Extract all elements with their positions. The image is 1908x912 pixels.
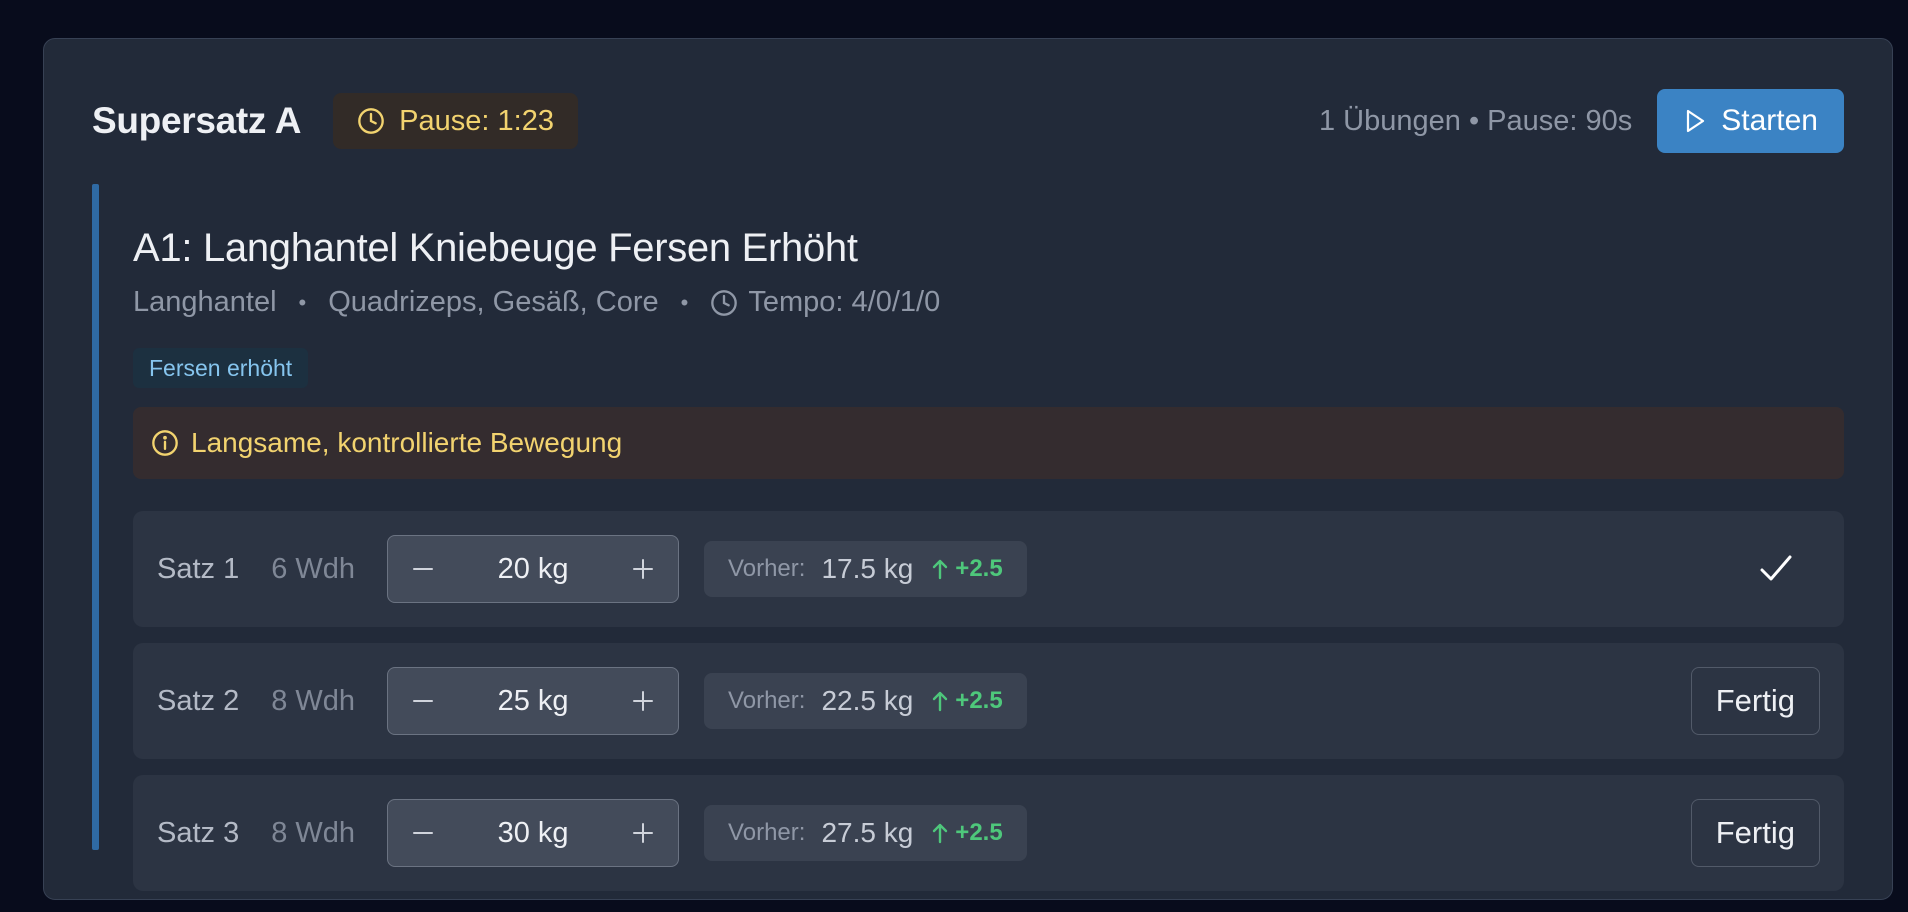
start-button[interactable]: Starten xyxy=(1657,89,1844,153)
minus-icon xyxy=(413,832,434,834)
previous-weight: Vorher: 22.5 kg +2.5 xyxy=(704,673,1027,729)
clock-icon xyxy=(358,108,385,134)
previous-label: Vorher: xyxy=(728,687,806,714)
set-row: Satz 2 8 Wdh 25 kg Vorher: 22.5 kg +2.5 … xyxy=(133,643,1844,759)
exercise-tag: Fersen erhöht xyxy=(133,348,309,388)
weight-value: 30 kg xyxy=(497,816,569,849)
weight-delta-text: +2.5 xyxy=(955,687,1003,714)
exercise-block: A1: Langhantel Kniebeuge Fersen Erhöht L… xyxy=(92,184,1844,891)
weight-stepper: 20 kg xyxy=(387,535,680,603)
complete-set-button[interactable]: Fertig xyxy=(1690,667,1820,735)
complete-set-button[interactable]: Fertig xyxy=(1690,799,1820,867)
meta-separator: • xyxy=(298,289,307,315)
weight-delta: +2.5 xyxy=(931,687,1003,715)
previous-weight: Vorher: 17.5 kg +2.5 xyxy=(704,541,1027,597)
minus-icon xyxy=(413,568,434,570)
superset-card: Supersatz A Pause: 1:23 1 Übungen • Paus… xyxy=(43,38,1893,900)
decrease-weight-button[interactable] xyxy=(408,818,438,848)
previous-label: Vorher: xyxy=(728,819,806,846)
decrease-weight-button[interactable] xyxy=(408,686,438,716)
arrow-up-icon xyxy=(933,559,948,580)
info-icon xyxy=(152,430,178,456)
exercise-accent-bar xyxy=(92,184,99,850)
increase-weight-button[interactable] xyxy=(628,818,658,848)
plus-icon xyxy=(633,559,654,579)
weight-stepper: 30 kg xyxy=(387,799,680,867)
arrow-up-icon xyxy=(933,691,948,712)
set-label: Satz 2 xyxy=(157,684,240,717)
set-reps: 8 Wdh xyxy=(271,684,356,717)
exercise-note-text: Langsame, kontrollierte Bewegung xyxy=(191,427,623,458)
set-label: Satz 3 xyxy=(157,816,240,849)
start-button-label: Starten xyxy=(1721,104,1818,137)
arrow-up-icon xyxy=(933,823,948,844)
weight-delta: +2.5 xyxy=(931,819,1003,847)
previous-label: Vorher: xyxy=(728,555,806,582)
exercise-equipment: Langhantel xyxy=(133,286,277,318)
play-icon xyxy=(1687,109,1705,133)
superset-summary: 1 Übungen • Pause: 90s xyxy=(1319,104,1633,137)
exercise-tempo: Tempo: 4/0/1/0 xyxy=(710,286,940,319)
plus-icon xyxy=(633,823,654,843)
rest-timer-text: Pause: 1:23 xyxy=(399,104,554,137)
set-reps: 6 Wdh xyxy=(271,552,356,585)
increase-weight-button[interactable] xyxy=(628,554,658,584)
increase-weight-button[interactable] xyxy=(628,686,658,716)
set-row: Satz 3 8 Wdh 30 kg Vorher: 27.5 kg +2.5 … xyxy=(133,775,1844,891)
superset-title: Supersatz A xyxy=(92,100,302,141)
set-row: Satz 1 6 Wdh 20 kg Vorher: 17.5 kg +2.5 xyxy=(133,511,1844,627)
weight-delta-text: +2.5 xyxy=(955,555,1003,582)
weight-stepper: 25 kg xyxy=(387,667,680,735)
decrease-weight-button[interactable] xyxy=(408,554,438,584)
meta-separator: • xyxy=(680,289,689,315)
rest-timer-badge: Pause: 1:23 xyxy=(333,93,578,149)
previous-value: 22.5 kg xyxy=(821,685,914,716)
minus-icon xyxy=(413,700,434,702)
exercise-tempo-text: Tempo: 4/0/1/0 xyxy=(748,286,941,318)
weight-delta: +2.5 xyxy=(931,555,1003,583)
weight-value: 20 kg xyxy=(497,552,569,585)
set-label: Satz 1 xyxy=(157,552,240,585)
set-reps: 8 Wdh xyxy=(271,816,356,849)
previous-weight: Vorher: 27.5 kg +2.5 xyxy=(704,805,1027,861)
exercise-muscles: Quadrizeps, Gesäß, Core xyxy=(328,286,659,318)
plus-icon xyxy=(633,691,654,711)
exercise-title: A1: Langhantel Kniebeuge Fersen Erhöht xyxy=(133,226,858,270)
weight-value: 25 kg xyxy=(497,684,569,717)
exercise-note: Langsame, kontrollierte Bewegung xyxy=(133,407,1844,479)
weight-delta-text: +2.5 xyxy=(955,819,1003,846)
exercise-meta: Langhantel • Quadrizeps, Gesäß, Core • T… xyxy=(133,286,940,319)
superset-header: Supersatz A Pause: 1:23 1 Übungen • Paus… xyxy=(92,89,1844,153)
previous-value: 27.5 kg xyxy=(821,817,914,848)
previous-value: 17.5 kg xyxy=(821,553,914,584)
checkmark-icon[interactable] xyxy=(1756,549,1796,589)
clock-icon xyxy=(711,289,738,316)
